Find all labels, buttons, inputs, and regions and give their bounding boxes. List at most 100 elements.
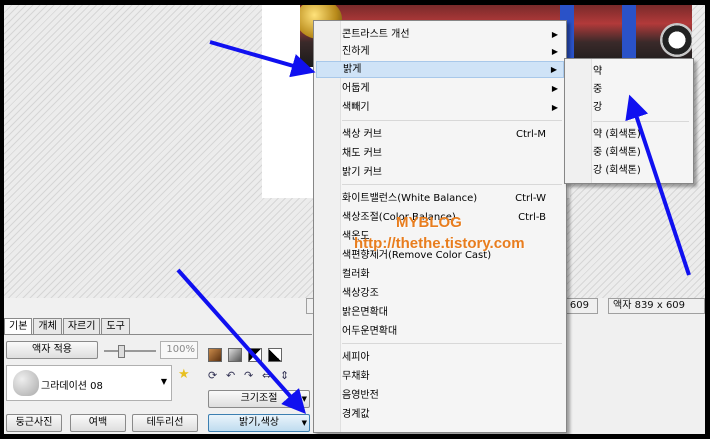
submenu-item-label: 강 xyxy=(593,102,603,113)
chevron-down-icon[interactable]: ▼ xyxy=(161,377,167,386)
submenu-arrow-icon: ▶ xyxy=(551,84,558,93)
resize-label: 크기조절 xyxy=(240,393,278,404)
menu-item[interactable]: 무채화 xyxy=(316,368,564,385)
menu-item-label: 색상강조 xyxy=(342,288,379,299)
submenu-arrow-icon: ▶ xyxy=(551,47,558,56)
zoom-value: 100% xyxy=(160,341,198,359)
menu-item-label: 음영반전 xyxy=(342,390,379,401)
transform-icons: ⟳ ↶ ↷ ⇔ ⇕ xyxy=(208,369,308,383)
menu-item[interactable]: 화이트밸런스(White Balance) Ctrl-W xyxy=(316,190,564,207)
menu-item-label: 밝은면확대 xyxy=(342,307,388,318)
brighten-submenu: 약중강약 (회색톤) 중 (회색톤) 강 (회색톤) xyxy=(564,58,694,184)
menu-separator xyxy=(342,184,562,185)
menu-item[interactable]: 색상 커브 Ctrl-M xyxy=(316,126,564,143)
tab-tools[interactable]: 도구 xyxy=(101,318,130,334)
tab-crop[interactable]: 자르기 xyxy=(62,318,101,334)
menu-item-label: 화이트밸런스(White Balance) xyxy=(342,193,478,204)
submenu-item-label: 강 (회색톤) xyxy=(593,165,641,176)
gray-swatch-icon[interactable] xyxy=(228,348,242,362)
invert-swatch-icon[interactable] xyxy=(268,348,282,362)
submenu-item[interactable]: 강 xyxy=(567,99,691,116)
panel-tabs: 기본 개체 자르기 도구 xyxy=(4,318,131,334)
menu-item[interactable]: 콘트라스트 개선 ▶ xyxy=(316,26,564,43)
star-icon[interactable]: ★ xyxy=(178,367,190,382)
gradient-name: 그라데이션 08 xyxy=(41,381,103,392)
submenu-item[interactable]: 약 xyxy=(567,63,691,80)
zoom-slider-handle[interactable] xyxy=(118,345,125,358)
submenu-arrow-icon: ▶ xyxy=(551,30,558,39)
rotate-right-icon[interactable]: ↷ xyxy=(244,369,253,382)
watermark-url: http://thethe.tistory.com xyxy=(354,235,525,252)
bw-swatch-icon[interactable] xyxy=(248,348,262,362)
brightness-dropdown-icon[interactable]: ▼ xyxy=(302,415,307,431)
menu-item[interactable]: 어둡게 ▶ xyxy=(316,80,564,97)
rotate-left-icon[interactable]: ↶ xyxy=(226,369,235,382)
submenu-item-label: 중 xyxy=(593,84,603,95)
menu-item[interactable]: 밝기 커브 xyxy=(316,164,564,181)
menu-item[interactable]: 색빼기 ▶ xyxy=(316,99,564,116)
status-right-value: 액자 839 x 609 xyxy=(613,300,686,311)
submenu-item[interactable]: 중 xyxy=(567,81,691,98)
brightness-color-button[interactable]: 밝기,색상 ▼ xyxy=(208,414,310,432)
menu-item-label: 세피아 xyxy=(342,352,370,363)
menu-item-label: 무채화 xyxy=(342,371,370,382)
round-photo-button[interactable]: 둥근사진 xyxy=(6,414,62,432)
watermark-title: MYBLOG xyxy=(396,214,462,231)
flip-vertical-icon[interactable]: ⇕ xyxy=(280,369,289,382)
basic-panel: 액자 적용 100% 그라데이션 08 ▼ ★ ⟳ ↶ ↷ ⇔ ⇕ 크기조절 ▼ xyxy=(4,334,312,434)
resize-dropdown-icon[interactable]: ▼ xyxy=(302,391,307,407)
menu-item-label: 색상 커브 xyxy=(342,129,382,140)
flip-horizontal-icon[interactable]: ⇔ xyxy=(262,369,271,382)
menu-item[interactable]: 색상강조 xyxy=(316,285,564,302)
menu-item[interactable]: 경계값 xyxy=(316,406,564,423)
menu-item-shortcut: Ctrl-M xyxy=(515,129,546,140)
menu-item-label: 색빼기 xyxy=(342,102,370,113)
menu-item[interactable]: 밝게 ▶ xyxy=(316,61,564,78)
submenu-item-label: 약 (회색톤) xyxy=(593,129,641,140)
brown-swatch-icon[interactable] xyxy=(208,348,222,362)
menu-separator xyxy=(342,343,562,344)
menu-item-label: 밝게 xyxy=(343,64,362,75)
margin-button[interactable]: 여백 xyxy=(70,414,126,432)
rotate-icon[interactable]: ⟳ xyxy=(208,369,217,382)
brightness-color-label: 밝기,색상 xyxy=(239,417,279,428)
status-frame-size: 액자 839 x 609 xyxy=(608,298,705,314)
color-swatches xyxy=(208,348,284,362)
menu-separator xyxy=(342,120,562,121)
menu-item[interactable]: 밝은면확대 xyxy=(316,304,564,321)
heart-icon xyxy=(13,370,39,396)
menu-item[interactable]: 컬러화 xyxy=(316,266,564,283)
submenu-arrow-icon: ▶ xyxy=(551,103,558,112)
status-left-value: 609 xyxy=(569,300,589,311)
menu-item-label: 콘트라스트 개선 xyxy=(342,29,410,40)
border-line-button[interactable]: 테두리선 xyxy=(132,414,198,432)
photo-badge xyxy=(660,23,692,57)
menu-item-label: 컬러화 xyxy=(342,269,370,280)
tab-object[interactable]: 개체 xyxy=(33,318,62,334)
submenu-item-label: 약 xyxy=(593,66,603,77)
menu-item-shortcut: Ctrl-W xyxy=(515,193,546,204)
gradient-select[interactable]: 그라데이션 08 ▼ xyxy=(6,365,172,401)
menu-item-label: 어둡게 xyxy=(342,83,370,94)
menu-item-label: 경계값 xyxy=(342,409,370,420)
submenu-item[interactable]: 약 (회색톤) xyxy=(567,126,691,143)
menu-item-label: 진하게 xyxy=(342,46,370,57)
menu-item[interactable]: 세피아 xyxy=(316,349,564,366)
tab-basic[interactable]: 기본 xyxy=(4,318,33,334)
submenu-separator xyxy=(593,121,689,122)
zoom-slider[interactable] xyxy=(104,345,156,358)
submenu-arrow-icon: ▶ xyxy=(550,65,557,74)
submenu-item-label: 중 (회색톤) xyxy=(593,147,641,158)
submenu-item[interactable]: 중 (회색톤) xyxy=(567,144,691,161)
menu-item-label: 어두운면확대 xyxy=(342,326,398,337)
menu-item-shortcut: Ctrl-B xyxy=(518,212,546,223)
submenu-item[interactable]: 강 (회색톤) xyxy=(567,162,691,179)
resize-button[interactable]: 크기조절 ▼ xyxy=(208,390,310,408)
frame-apply-button[interactable]: 액자 적용 xyxy=(6,341,98,359)
menu-item[interactable]: 채도 커브 xyxy=(316,145,564,162)
menu-item-label: 밝기 커브 xyxy=(342,167,382,178)
menu-item[interactable]: 진하게 ▶ xyxy=(316,43,564,60)
menu-item[interactable]: 음영반전 xyxy=(316,387,564,404)
menu-item[interactable]: 어두운면확대 xyxy=(316,323,564,340)
menu-item-label: 채도 커브 xyxy=(342,148,382,159)
